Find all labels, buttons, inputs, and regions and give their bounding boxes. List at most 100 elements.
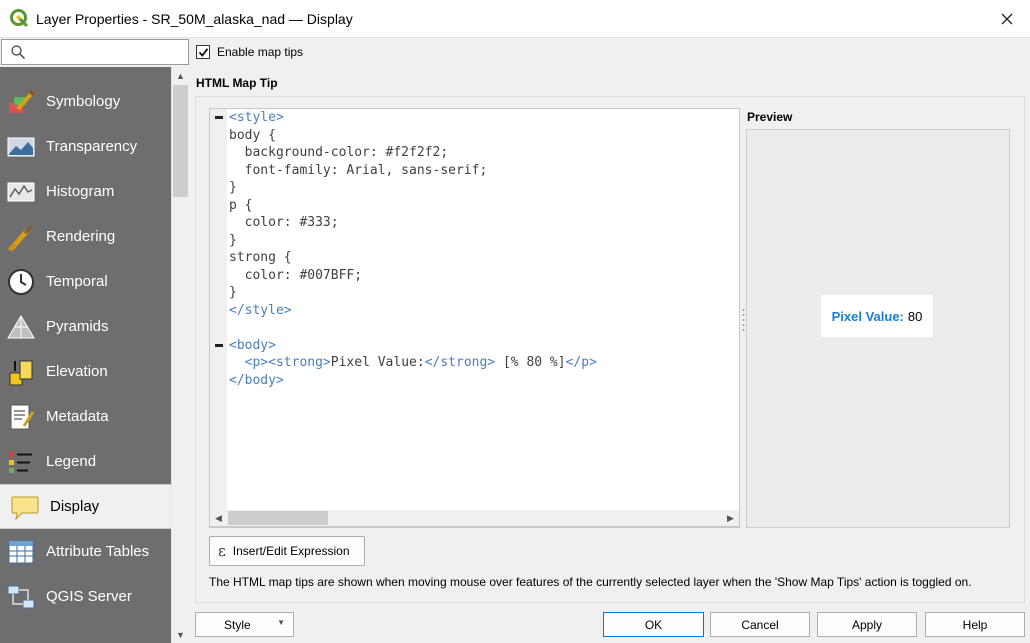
code-line: </body> bbox=[229, 372, 284, 388]
preview-label: Pixel Value: bbox=[831, 308, 904, 324]
qgis-logo-icon bbox=[10, 9, 28, 27]
dropdown-arrow-icon: ▼ bbox=[277, 618, 285, 627]
search-icon bbox=[11, 45, 26, 60]
code-line: <style> bbox=[229, 110, 284, 125]
qgis-server-icon bbox=[7, 585, 35, 608]
code-text: <style> body { background-color: #f2f2f2;… bbox=[229, 109, 597, 389]
legend-icon bbox=[9, 451, 32, 473]
pyramids-icon bbox=[7, 314, 35, 338]
code-line: } bbox=[229, 232, 237, 248]
sidebar-item-label: Transparency bbox=[46, 138, 138, 155]
code-line: <p><strong>Pixel Value:</strong> [% 80 %… bbox=[244, 355, 597, 370]
expression-icon: ε bbox=[218, 542, 226, 560]
sidebar-item-transparency[interactable]: Transparency bbox=[0, 124, 171, 169]
scroll-thumb[interactable] bbox=[173, 85, 188, 197]
rendering-icon bbox=[7, 224, 34, 251]
insert-edit-expression-label: Insert/Edit Expression bbox=[232, 544, 350, 558]
scroll-left-icon[interactable]: ◀ bbox=[210, 510, 227, 526]
sidebar-item-histogram[interactable]: Histogram bbox=[0, 169, 171, 214]
sidebar-item-symbology[interactable]: Symbology bbox=[0, 79, 171, 124]
sidebar-item-label: Attribute Tables bbox=[46, 543, 150, 560]
fold-marker-icon[interactable] bbox=[215, 344, 223, 347]
style-button[interactable]: Style ▼ bbox=[195, 612, 294, 637]
sidebar-item-label: Symbology bbox=[46, 93, 121, 110]
apply-button[interactable]: Apply bbox=[817, 612, 917, 637]
sidebar-item-attribute-tables[interactable]: Attribute Tables bbox=[0, 529, 171, 574]
help-button-label: Help bbox=[962, 617, 988, 632]
display-page: Enable map tips HTML Map Tip <style> body… bbox=[190, 38, 1030, 643]
sidebar-item-legend[interactable]: Legend bbox=[0, 439, 171, 484]
html-code-editor[interactable]: <style> body { background-color: #f2f2f2;… bbox=[209, 108, 740, 528]
temporal-icon bbox=[8, 268, 34, 295]
preview-panel: Pixel Value: 80 bbox=[746, 129, 1010, 528]
title-bar: Layer Properties - SR_50M_alaska_nad — D… bbox=[0, 0, 1030, 38]
style-button-label: Style bbox=[224, 617, 251, 632]
sidebar-item-label: Display bbox=[50, 498, 100, 515]
sidebar-item-label: Pyramids bbox=[46, 318, 109, 335]
fold-marker-icon[interactable] bbox=[215, 116, 223, 119]
ok-button[interactable]: OK bbox=[603, 612, 704, 637]
preview-value: 80 bbox=[907, 308, 923, 324]
code-line: p { bbox=[229, 197, 253, 213]
transparency-icon bbox=[7, 137, 35, 156]
metadata-icon bbox=[10, 404, 35, 429]
cancel-button-label: Cancel bbox=[741, 617, 779, 632]
code-line: strong { bbox=[229, 250, 292, 265]
scroll-thumb[interactable] bbox=[228, 511, 328, 525]
help-button[interactable]: Help bbox=[925, 612, 1025, 637]
cancel-button[interactable]: Cancel bbox=[710, 612, 810, 637]
code-line: color: #333; bbox=[229, 215, 339, 230]
map-tip-preview: Pixel Value: 80 bbox=[821, 295, 933, 337]
checkmark-icon bbox=[198, 47, 208, 57]
help-text: The HTML map tips are shown when moving … bbox=[209, 575, 972, 589]
preview-title: Preview bbox=[747, 110, 793, 124]
checkbox-box[interactable] bbox=[196, 45, 210, 59]
symbology-icon bbox=[9, 89, 36, 113]
code-line: } bbox=[229, 285, 237, 300]
sidebar-item-label: Temporal bbox=[46, 273, 108, 290]
code-line: <body> bbox=[229, 337, 276, 353]
sidebar-item-qgis-server[interactable]: QGIS Server bbox=[0, 574, 171, 619]
sidebar-item-temporal[interactable]: Temporal bbox=[0, 259, 171, 304]
sidebar-item-label: Metadata bbox=[46, 408, 109, 425]
close-icon bbox=[1001, 13, 1013, 25]
editor-horizontal-scrollbar[interactable]: ◀ ▶ bbox=[209, 510, 740, 527]
code-line: font-family: Arial, sans-serif; bbox=[229, 162, 488, 178]
search-input[interactable] bbox=[1, 39, 189, 65]
editor-gutter bbox=[210, 109, 227, 527]
scroll-right-icon[interactable]: ▶ bbox=[722, 510, 739, 526]
scroll-up-icon[interactable]: ▲ bbox=[172, 67, 189, 84]
window-title: Layer Properties - SR_50M_alaska_nad — D… bbox=[36, 11, 353, 27]
sidebar-item-label: QGIS Server bbox=[46, 588, 132, 605]
attribute-tables-icon bbox=[8, 540, 34, 563]
elevation-icon bbox=[9, 360, 33, 385]
sidebar-item-rendering[interactable]: Rendering bbox=[0, 214, 171, 259]
sidebar-scrollbar[interactable]: ▲ ▼ bbox=[171, 67, 188, 643]
html-map-tip-title: HTML Map Tip bbox=[196, 76, 278, 90]
sidebar-item-pyramids[interactable]: Pyramids bbox=[0, 304, 171, 349]
sidebar-item-label: Legend bbox=[46, 453, 97, 470]
histogram-icon bbox=[7, 182, 35, 201]
code-line: background-color: #f2f2f2; bbox=[229, 145, 449, 160]
code-line: } bbox=[229, 180, 237, 195]
enable-map-tips-label: Enable map tips bbox=[217, 45, 304, 59]
sidebar: Symbology Transparency Histogram Renderi… bbox=[0, 38, 190, 643]
splitter-handle[interactable] bbox=[742, 308, 745, 332]
apply-button-label: Apply bbox=[851, 617, 883, 632]
scroll-down-icon[interactable]: ▼ bbox=[172, 626, 189, 643]
sidebar-item-display[interactable]: Display bbox=[0, 484, 171, 529]
close-button[interactable] bbox=[984, 0, 1030, 38]
sidebar-item-label: Rendering bbox=[46, 228, 116, 245]
display-icon bbox=[11, 496, 39, 520]
code-line: </style> bbox=[229, 302, 292, 318]
sidebar-item-metadata[interactable]: Metadata bbox=[0, 394, 171, 439]
sidebar-item-elevation[interactable]: Elevation bbox=[0, 349, 171, 394]
sidebar-nav: Symbology Transparency Histogram Renderi… bbox=[0, 67, 171, 643]
enable-map-tips-checkbox[interactable]: Enable map tips bbox=[196, 45, 303, 59]
code-line: body { bbox=[229, 127, 276, 143]
insert-edit-expression-button[interactable]: ε Insert/Edit Expression bbox=[209, 536, 365, 566]
ok-button-label: OK bbox=[644, 617, 663, 632]
code-line: color: #007BFF; bbox=[229, 267, 363, 283]
sidebar-item-label: Elevation bbox=[46, 363, 108, 380]
